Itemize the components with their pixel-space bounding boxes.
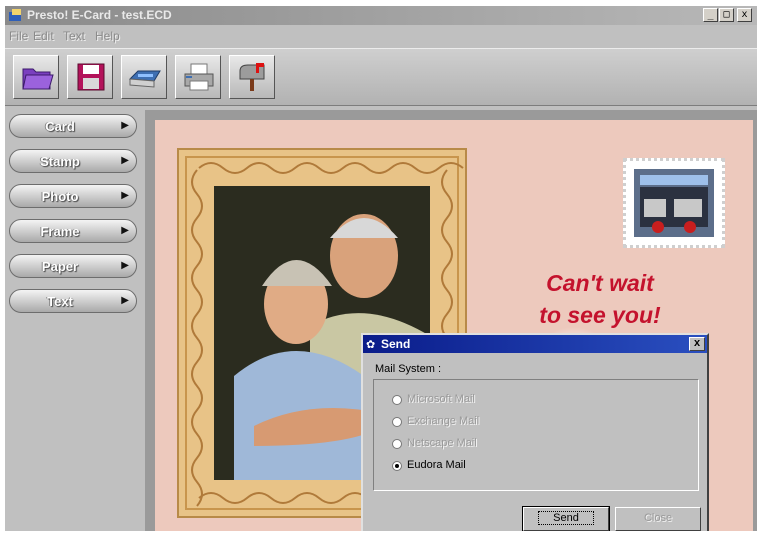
open-button[interactable] xyxy=(13,55,59,99)
menu-edit[interactable]: Edit xyxy=(33,29,54,43)
mail-system-group: Microsoft Mail Exchange Mail Netscape Ma… xyxy=(373,379,699,491)
dialog-title-bar: ✿ Send x xyxy=(363,335,707,353)
radio-button[interactable] xyxy=(392,439,402,449)
send-mail-button[interactable] xyxy=(229,55,275,99)
stamp-image xyxy=(634,169,714,237)
postage-stamp[interactable] xyxy=(623,158,725,248)
sidebar-item-stamp[interactable]: Stamp ▶ xyxy=(9,149,137,173)
sidebar-item-label: Photo xyxy=(41,189,79,204)
send-dialog: ✿ Send x Mail System : Microsoft Mail Ex… xyxy=(361,333,709,531)
arrow-right-icon: ▶ xyxy=(121,155,129,166)
save-disk-icon xyxy=(77,63,105,91)
radio-label: Eudora Mail xyxy=(407,459,466,471)
greeting-line-1: Can't wait xyxy=(546,270,654,296)
dialog-title: Send xyxy=(381,337,411,351)
arrow-right-icon: ▶ xyxy=(121,225,129,236)
radio-label: Netscape Mail xyxy=(407,437,477,449)
radio-button[interactable] xyxy=(392,395,402,405)
radio-label: Exchange Mail xyxy=(407,415,480,427)
radio-button[interactable] xyxy=(392,417,402,427)
sidebar-item-photo[interactable]: Photo ▶ xyxy=(9,184,137,208)
radio-label: Microsoft Mail xyxy=(407,393,475,405)
print-button[interactable] xyxy=(175,55,221,99)
sidebar-item-card[interactable]: Card ▶ xyxy=(9,114,137,138)
mail-system-label: Mail System : xyxy=(375,363,442,375)
maximize-button[interactable]: □ xyxy=(719,8,734,22)
printer-icon xyxy=(184,63,214,91)
sidebar-item-frame[interactable]: Frame ▶ xyxy=(9,219,137,243)
window-title: Presto! E-Card - test.ECD xyxy=(27,8,172,22)
sidebar-item-label: Card xyxy=(45,119,75,134)
sidebar-item-label: Paper xyxy=(41,259,79,274)
radio-button[interactable] xyxy=(392,461,402,471)
title-bar: Presto! E-Card - test.ECD _ □ x xyxy=(5,6,757,25)
greeting-line-2: to see you! xyxy=(539,302,661,328)
send-button[interactable]: Send xyxy=(522,506,610,531)
sidebar: Card ▶ Stamp ▶ Photo ▶ Frame ▶ Paper ▶ T… xyxy=(5,106,143,531)
menu-bar: File Edit Text Help xyxy=(5,26,757,46)
toolbar xyxy=(5,48,757,106)
dialog-close-icon[interactable]: x xyxy=(689,337,705,351)
app-icon xyxy=(9,9,21,21)
greeting-text[interactable]: Can't wait to see you! xyxy=(505,267,695,331)
arrow-right-icon: ▶ xyxy=(121,190,129,201)
save-button[interactable] xyxy=(67,55,113,99)
sidebar-item-text[interactable]: Text ▶ xyxy=(9,289,137,313)
sidebar-item-label: Frame xyxy=(40,224,80,239)
dialog-app-icon: ✿ xyxy=(366,339,376,351)
arrow-right-icon: ▶ xyxy=(121,295,129,306)
app-window: Presto! E-Card - test.ECD _ □ x File Edi… xyxy=(5,6,757,531)
scan-button[interactable] xyxy=(121,55,167,99)
open-folder-icon xyxy=(22,68,54,90)
close-button[interactable]: Close xyxy=(615,507,701,531)
arrow-right-icon: ▶ xyxy=(121,120,129,131)
arrow-right-icon: ▶ xyxy=(121,260,129,271)
menu-help[interactable]: Help xyxy=(95,29,120,43)
scanner-icon xyxy=(128,70,161,88)
minimize-button[interactable]: _ xyxy=(703,8,718,22)
mailbox-icon xyxy=(239,63,265,91)
sidebar-item-paper[interactable]: Paper ▶ xyxy=(9,254,137,278)
send-button-label: Send xyxy=(538,511,594,525)
menu-file[interactable]: File xyxy=(9,29,28,43)
sidebar-item-label: Stamp xyxy=(40,154,80,169)
menu-text[interactable]: Text xyxy=(63,29,85,43)
sidebar-item-label: Text xyxy=(47,294,73,309)
close-window-button[interactable]: x xyxy=(737,8,752,22)
